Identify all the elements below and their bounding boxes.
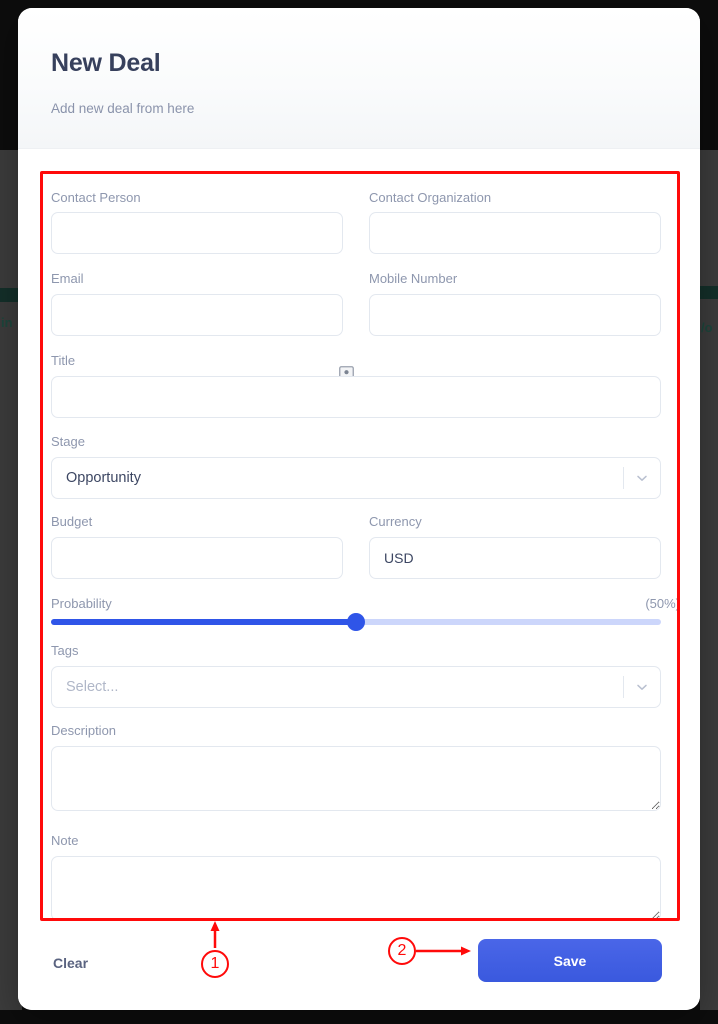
modal-subtitle: Add new deal from here: [51, 101, 195, 116]
probability-slider-fill: [51, 619, 356, 625]
budget-field[interactable]: [51, 537, 343, 579]
new-deal-modal: New Deal Add new deal from here Contact …: [18, 8, 700, 1010]
label-contact-organization: Contact Organization: [369, 190, 492, 205]
currency-field[interactable]: [369, 537, 661, 579]
modal-footer: Clear Save: [18, 930, 700, 1010]
label-mobile-number: Mobile Number: [369, 271, 458, 286]
save-button[interactable]: Save: [478, 939, 662, 982]
label-stage: Stage: [51, 434, 85, 449]
backdrop-row-accent-right: [700, 286, 718, 299]
mobile-number-field[interactable]: [369, 294, 661, 336]
label-description: Description: [51, 723, 117, 738]
description-textarea[interactable]: [51, 746, 661, 811]
stage-select[interactable]: Opportunity: [51, 457, 661, 499]
chevron-down-icon[interactable]: [624, 458, 660, 498]
page-title: New Deal: [51, 49, 161, 77]
backdrop-right-strip: [700, 150, 718, 1010]
deal-form: Contact Person Contact Organization Emai…: [18, 150, 700, 930]
contact-organization-input[interactable]: [369, 212, 661, 254]
clear-button[interactable]: Clear: [51, 949, 90, 977]
tags-select[interactable]: Select...: [51, 666, 661, 708]
label-note: Note: [51, 833, 79, 848]
modal-header: New Deal Add new deal from here: [18, 8, 700, 149]
label-currency: Currency: [369, 514, 422, 529]
label-title: Title: [51, 353, 76, 368]
contact-person-input[interactable]: [51, 212, 343, 254]
note-textarea[interactable]: [51, 856, 661, 921]
title-field[interactable]: [51, 376, 661, 418]
chevron-down-icon[interactable]: [624, 667, 660, 707]
backdrop-text-fragment-right: /o: [701, 320, 713, 335]
probability-slider[interactable]: [51, 613, 661, 631]
email-field[interactable]: [51, 294, 343, 336]
probability-slider-thumb[interactable]: [347, 613, 365, 631]
label-budget: Budget: [51, 514, 93, 529]
label-contact-person: Contact Person: [51, 190, 141, 205]
label-probability: Probability: [51, 596, 112, 611]
stage-select-value: Opportunity: [66, 470, 141, 486]
label-tags: Tags: [51, 643, 79, 658]
probability-value: (50%): [645, 596, 680, 611]
tags-select-value: Select...: [66, 679, 119, 695]
label-email: Email: [51, 271, 84, 286]
